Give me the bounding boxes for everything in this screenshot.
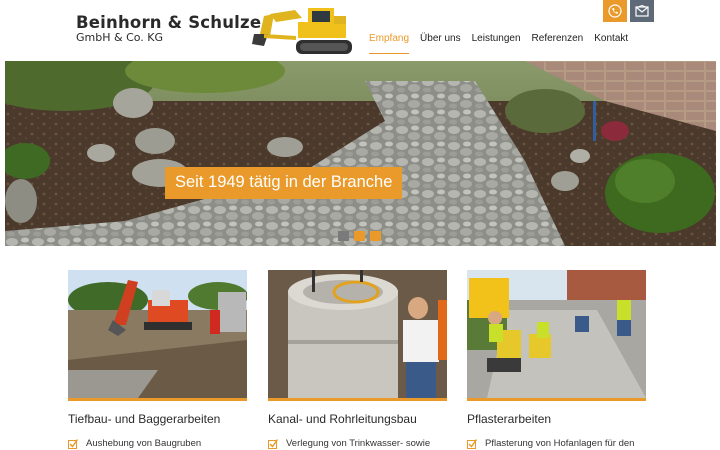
card-list-item: Aushebung von Baugruben — [68, 438, 247, 449]
service-card-tiefbau[interactable]: Tiefbau- und Baggerarbeiten Aushebung vo… — [68, 270, 247, 449]
card-title: Tiefbau- und Baggerarbeiten — [68, 412, 221, 426]
hero-image — [5, 61, 716, 246]
service-card-kanalbau[interactable]: Kanal- und Rohrleitungsbau Verlegung von… — [268, 270, 447, 449]
nav-item-ueber-uns[interactable]: Über uns — [420, 33, 461, 54]
service-card-pflaster[interactable]: Pflasterarbeiten Pflasterung von Hofanla… — [467, 270, 646, 449]
mail-icon — [635, 5, 649, 17]
card-list-item: Pflasterung von Hofanlagen für den — [467, 438, 646, 449]
card-list-item-label: Verlegung von Trinkwasser- sowie — [286, 438, 431, 449]
nav-item-leistungen[interactable]: Leistungen — [472, 33, 521, 54]
check-icon — [268, 438, 278, 449]
check-icon — [68, 438, 78, 449]
main-nav: Empfang Über uns Leistungen Referenzen K… — [369, 33, 639, 54]
card-accent-bar — [467, 398, 646, 401]
card-accent-bar — [68, 398, 247, 401]
nav-item-kontakt[interactable]: Kontakt — [594, 33, 628, 54]
card-title: Pflasterarbeiten — [467, 412, 552, 426]
hero-caption: Seit 1949 tätig in der Branche — [165, 167, 403, 199]
card-list-item: Verlegung von Trinkwasser- sowie — [268, 438, 447, 449]
phone-icon — [608, 4, 622, 18]
card-list-item-label: Pflasterung von Hofanlagen für den — [485, 438, 635, 449]
check-icon — [467, 438, 477, 449]
phone-button[interactable] — [603, 0, 627, 22]
card-title: Kanal- und Rohrleitungsbau — [268, 412, 417, 426]
excavator-logo — [252, 8, 352, 54]
card-list-item-label: Aushebung von Baugruben — [86, 438, 202, 449]
slide-dot-3[interactable] — [370, 231, 381, 241]
nav-item-referenzen[interactable]: Referenzen — [532, 33, 584, 54]
kanalbau-image — [268, 270, 447, 398]
slide-dot-1[interactable] — [338, 231, 349, 241]
slide-dot-2[interactable] — [354, 231, 365, 241]
company-form: GmbH & Co. KG — [76, 31, 164, 44]
tiefbau-image — [68, 270, 247, 398]
pflaster-image — [467, 270, 646, 398]
hero-slider[interactable]: Seit 1949 tätig in der Branche — [5, 61, 716, 246]
contact-icons — [603, 0, 654, 22]
nav-item-empfang[interactable]: Empfang — [369, 33, 410, 54]
card-accent-bar — [268, 398, 447, 401]
slider-dots — [338, 231, 381, 241]
mail-button[interactable] — [630, 0, 654, 22]
company-name: Beinhorn & Schulze — [76, 13, 262, 32]
